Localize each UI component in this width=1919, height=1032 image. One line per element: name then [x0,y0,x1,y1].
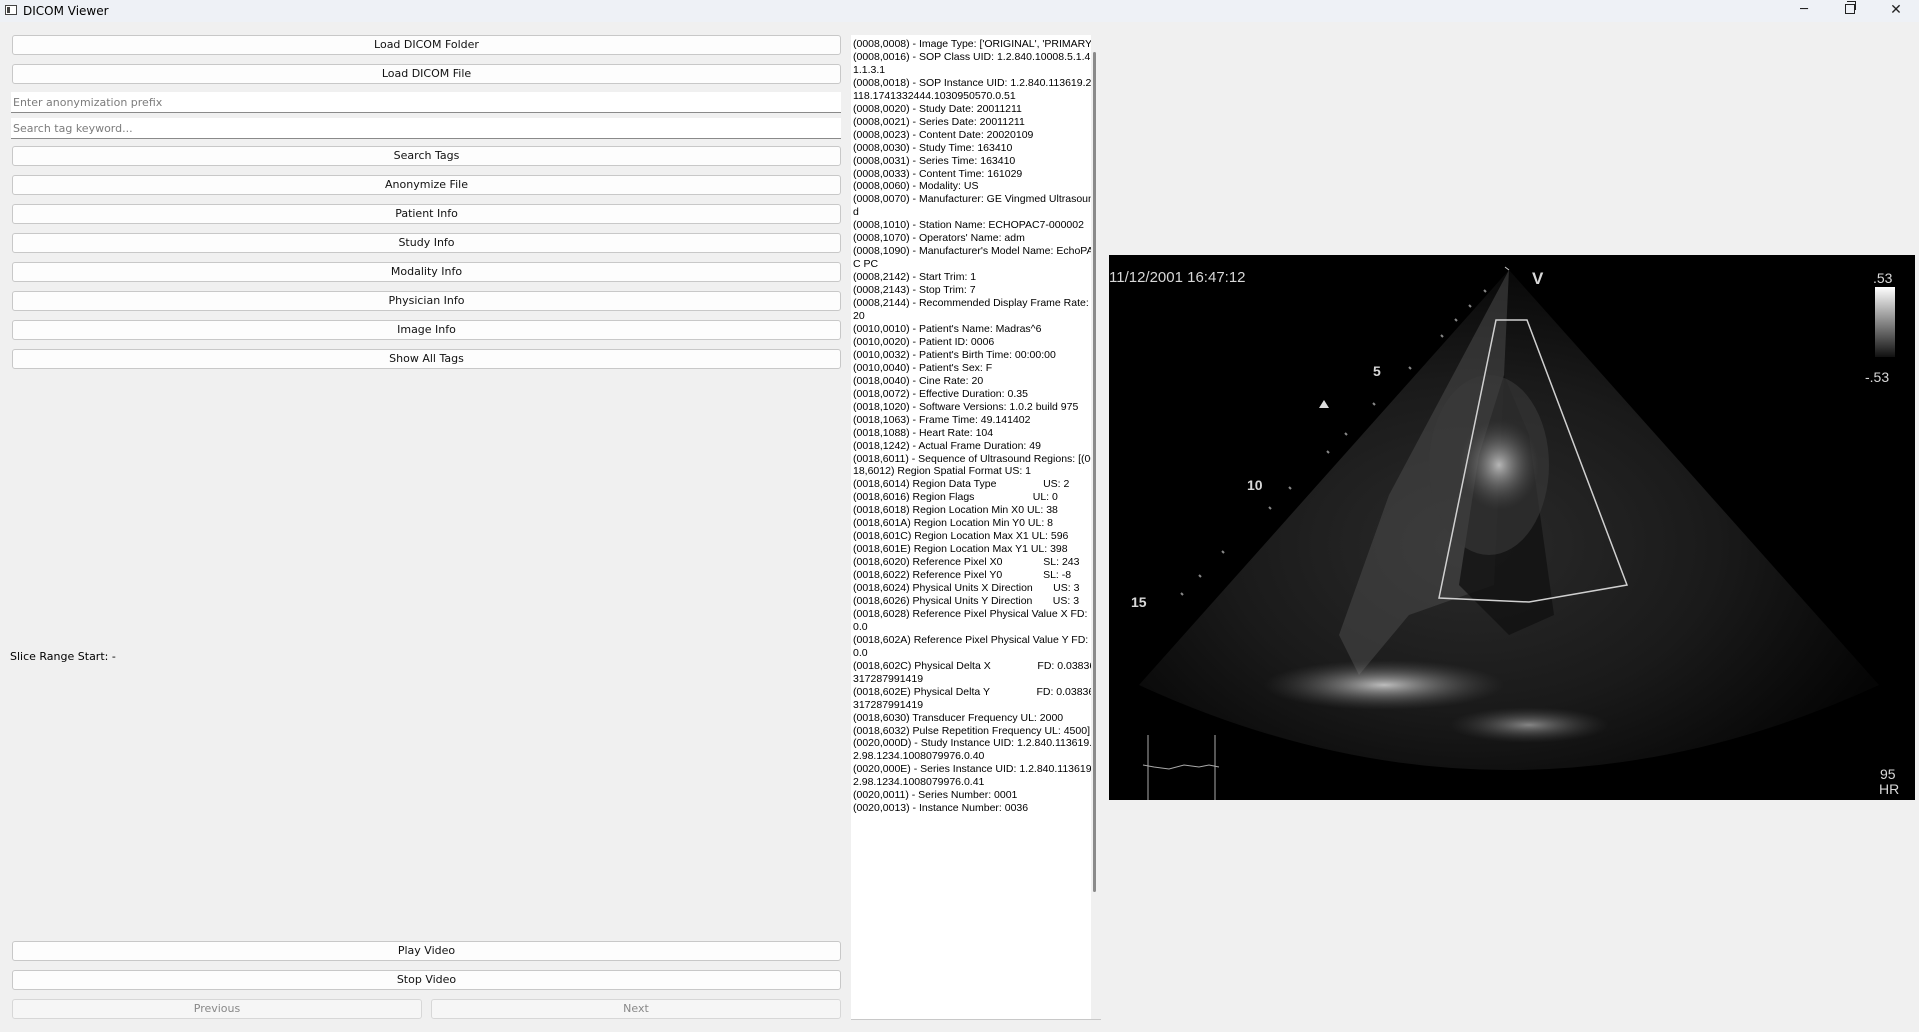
tag-line: (0018,601A) Region Location Min Y0 UL: 8 [853,517,1054,530]
tag-line: (0018,6026) Physical Units Y Direction U… [853,594,1080,607]
tag-line: (0008,0016) - SOP Class UID: 1.2.840.100… [853,50,1094,76]
ecg-trace [1142,735,1220,800]
tag-line: (0018,6018) Region Location Min X0 UL: 3… [853,504,1058,517]
tag-line: (0018,6022) Reference Pixel Y0 SL: -8 [853,569,1072,582]
tag-line: (0018,602E) Physical Delta Y FD: 0.03836… [853,685,1095,711]
tag-line: (0008,1010) - Station Name: ECHOPAC7-000… [853,219,1084,232]
close-icon[interactable]: ✕ [1873,0,1919,22]
tag-line: (0018,6032) Pulse Repetition Frequency U… [853,724,1090,737]
tag-list: (0008,0008) - Image Type: ['ORIGINAL', '… [851,35,1101,815]
tag-line: (0018,6014) Region Data Type US: 2 [853,478,1070,491]
tag-line: (0020,0011) - Series Number: 0001 [853,789,1018,802]
maximize-icon[interactable] [1827,0,1873,22]
tag-line: (0018,6020) Reference Pixel X0 SL: 243 [853,556,1080,569]
tag-line: (0008,1090) - Manufacturer's Model Name:… [853,245,1094,271]
tag-line: (0008,0060) - Modality: US [853,180,979,193]
tag-line: (0010,0010) - Patient's Name: Madras^6 [853,322,1042,335]
dicom-image-viewer[interactable]: 11/12/2001 16:47:12 V 5 10 15 .53 -.53 9… [1109,255,1915,800]
tag-line: (0008,0030) - Study Time: 163410 [853,141,1013,154]
tag-line: (0018,0040) - Cine Rate: 20 [853,374,984,387]
load-dicom-file-button[interactable]: Load DICOM File [12,64,841,84]
previous-button[interactable]: Previous [12,999,422,1019]
app-icon [5,5,17,15]
minimize-icon[interactable]: ─ [1781,0,1827,22]
scale-bottom-label: -.53 [1865,369,1890,385]
scale-top-label: .53 [1873,270,1893,286]
tag-list-scrollbar[interactable] [1091,35,1101,1019]
play-video-button[interactable]: Play Video [12,941,841,961]
depth-label-5: 5 [1373,363,1381,379]
tag-line: (0018,1242) - Actual Frame Duration: 49 [853,439,1041,452]
tag-line: (0008,0033) - Content Time: 161029 [853,167,1023,180]
scrollbar-thumb[interactable] [1093,52,1096,892]
tag-line: (0008,0021) - Series Date: 20011211 [853,115,1025,128]
tag-line: (0008,0020) - Study Date: 20011211 [853,102,1022,115]
anonymize-file-button[interactable]: Anonymize File [12,175,841,195]
patient-info-button[interactable]: Patient Info [12,204,841,224]
window-title: DICOM Viewer [23,4,109,18]
tag-line: (0018,6030) Transducer Frequency UL: 200… [853,711,1064,724]
stop-video-button[interactable]: Stop Video [12,970,841,990]
heart-rate-value: 95 [1880,766,1896,782]
anonymization-prefix-input[interactable] [11,92,841,113]
tag-line: (0008,2144) - Recommended Display Frame … [853,297,1089,323]
depth-label-15: 15 [1131,594,1147,610]
ultrasound-image [1139,266,1895,800]
search-tag-input[interactable] [11,118,841,139]
tag-line: (0008,2142) - Start Trim: 1 [853,271,977,284]
tag-line: (0008,0031) - Series Time: 163410 [853,154,1016,167]
tag-line: (0018,6011) - Sequence of Ultrasound Reg… [853,452,1097,478]
modality-info-button[interactable]: Modality Info [12,262,841,282]
tag-line: (0018,6016) Region Flags UL: 0 [853,491,1058,504]
physician-info-button[interactable]: Physician Info [12,291,841,311]
grayscale-bar [1875,287,1895,357]
tag-list-panel[interactable]: (0008,0008) - Image Type: ['ORIGINAL', '… [851,35,1101,1019]
tag-line: (0010,0020) - Patient ID: 0006 [853,335,995,348]
tag-line: (0018,602C) Physical Delta X FD: 0.03836… [853,659,1096,685]
depth-label-10: 10 [1247,477,1263,493]
tag-line: (0008,1070) - Operators' Name: adm [853,232,1025,245]
image-timestamp: 11/12/2001 16:47:12 [1109,269,1246,286]
tag-line: (0018,6024) Physical Units X Direction U… [853,582,1080,595]
pericardium-echo [1264,660,1504,710]
tag-line: (0010,0032) - Patient's Birth Time: 00:0… [853,348,1056,361]
search-tags-button[interactable]: Search Tags [12,146,841,166]
tag-line: (0010,0040) - Patient's Sex: F [853,361,993,374]
study-info-button[interactable]: Study Info [12,233,841,253]
color-doppler-region [1459,420,1539,510]
tag-line: (0008,0018) - SOP Instance UID: 1.2.840.… [853,76,1095,102]
tag-line: (0018,601C) Region Location Max X1 UL: 5… [853,530,1069,543]
pericardium-echo-2 [1449,707,1609,743]
tag-line: (0018,0072) - Effective Duration: 0.35 [853,387,1028,400]
slice-range-label: Slice Range Start: - [10,650,116,663]
tag-line: (0020,0013) - Instance Number: 0036 [853,802,1029,815]
next-button[interactable]: Next [431,999,841,1019]
tag-line: (0018,1063) - Frame Time: 49.141402 [853,413,1031,426]
tag-line: (0008,0008) - Image Type: ['ORIGINAL', '… [853,38,1097,50]
tag-line: (0008,0070) - Manufacturer: GE Vingmed U… [853,193,1094,219]
tag-line: (0018,6028) Reference Pixel Physical Val… [853,607,1091,633]
probe-marker: V [1532,269,1544,288]
title-bar: DICOM Viewer ─ ✕ [0,0,1919,22]
tag-line: (0008,2143) - Stop Trim: 7 [853,284,976,297]
tag-line: (0018,602A) Reference Pixel Physical Val… [853,633,1092,659]
tag-line: (0018,1020) - Software Versions: 1.0.2 b… [853,400,1079,413]
image-info-button[interactable]: Image Info [12,320,841,340]
tag-line: (0018,601E) Region Location Max Y1 UL: 3… [853,543,1068,556]
tag-line: (0008,0023) - Content Date: 20020109 [853,128,1034,141]
load-dicom-folder-button[interactable]: Load DICOM Folder [12,35,841,55]
panel-divider [851,1019,1101,1020]
tag-line: (0020,000D) - Study Instance UID: 1.2.84… [853,737,1093,763]
tag-line: (0020,000E) - Series Instance UID: 1.2.8… [853,763,1095,789]
heart-rate-label: HR [1879,781,1900,797]
show-all-tags-button[interactable]: Show All Tags [12,349,841,369]
tag-line: (0018,1088) - Heart Rate: 104 [853,426,994,439]
orientation-marker [1319,400,1329,408]
